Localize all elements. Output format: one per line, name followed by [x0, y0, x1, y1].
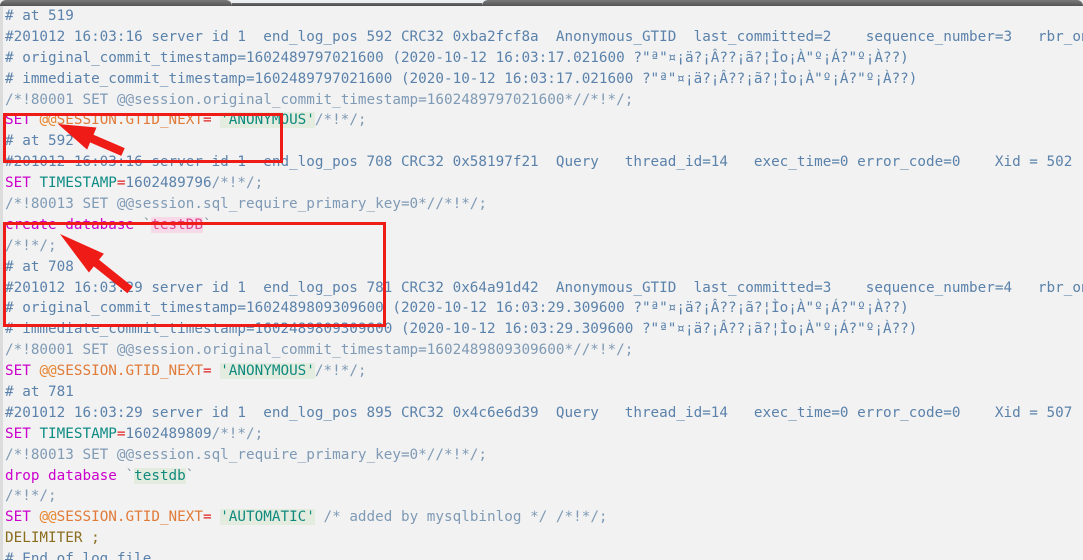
code-token: SET: [5, 175, 40, 192]
code-token: /*!80001 SET @@session.original_commit_t…: [5, 342, 634, 359]
code-token: TIMESTAMP: [39, 425, 117, 442]
code-token: # at 592: [5, 133, 74, 150]
code-line: # original_commit_timestamp=160248980930…: [5, 298, 1083, 319]
code-line: SET TIMESTAMP=1602489796/*!*/;: [5, 173, 1083, 194]
code-line: SET @@SESSION.GTID_NEXT= 'ANONYMOUS'/*!*…: [5, 110, 1083, 131]
code-line: # original_commit_timestamp=160248979702…: [5, 48, 1083, 69]
code-token: =: [202, 509, 221, 526]
code-token: # immediate_commit_timestamp=16024898093…: [5, 321, 918, 338]
code-line: SET TIMESTAMP=1602489809/*!*/;: [5, 424, 1083, 445]
code-token: SESSION.GTID_NEXT: [56, 509, 203, 526]
code-line: DELIMITER ;: [5, 528, 1083, 549]
gutter-edge: [0, 6, 3, 560]
code-token: TIMESTAMP: [39, 175, 117, 192]
code-token: =: [116, 175, 126, 192]
code-token: 'AUTOMATIC': [220, 509, 315, 526]
code-token: /*!*/;: [211, 175, 264, 192]
code-line: #201012 16:03:29 server id 1 end_log_pos…: [5, 278, 1083, 299]
code-token: testDB: [151, 216, 203, 233]
code-token: # at 781: [5, 384, 74, 401]
code-token: `: [185, 467, 195, 484]
code-line: # at 519: [5, 6, 1083, 27]
code-token: # at 519: [5, 8, 74, 24]
code-token: SESSION.GTID_NEXT: [56, 363, 203, 380]
code-token: /*!*/;: [211, 425, 264, 442]
code-token: 1602489809: [125, 425, 212, 442]
code-line: /*!80013 SET @@session.sql_require_prima…: [5, 445, 1083, 466]
code-token: # original_commit_timestamp=160248980930…: [5, 300, 909, 317]
code-token: SET: [5, 425, 40, 442]
code-token: # at 708: [5, 258, 74, 275]
code-text-body[interactable]: # at 519 #201012 16:03:16 server id 1 end…: [5, 6, 1083, 560]
code-line: SET @@SESSION.GTID_NEXT= 'ANONYMOUS'/*!*…: [5, 361, 1083, 382]
code-token: @@: [39, 363, 57, 380]
code-token: =: [116, 425, 126, 442]
code-line: #201012 16:03:29 server id 1 end_log_pos…: [5, 403, 1083, 424]
code-token: SET: [5, 509, 40, 526]
code-token: =: [202, 363, 221, 380]
code-token: 'ANONYMOUS': [220, 363, 315, 380]
code-line: #201012 16:03:16 server id 1 end_log_pos…: [5, 27, 1083, 48]
code-token: =: [202, 112, 221, 129]
code-token: drop database: [5, 467, 126, 484]
code-line: # at 592: [5, 131, 1083, 152]
code-token: /* added by mysqlbinlog */ /*!*/;: [314, 509, 608, 526]
code-token: 'ANONYMOUS': [220, 112, 315, 129]
code-token: #201012 16:03:16 server id 1 end_log_pos…: [5, 28, 1083, 45]
code-token: SESSION.GTID_NEXT: [56, 112, 203, 129]
code-token: SET: [5, 112, 40, 129]
code-line: /*!80013 SET @@session.sql_require_prima…: [5, 194, 1083, 215]
code-token: @@: [39, 509, 57, 526]
code-line: # immediate_commit_timestamp=16024898093…: [5, 319, 1083, 340]
code-token: /*!80001 SET @@session.original_commit_t…: [5, 91, 634, 108]
code-token: /*!*/;: [314, 112, 367, 129]
code-line: drop database `testdb`: [5, 466, 1083, 487]
code-token: /*!80013 SET @@session.sql_require_prima…: [5, 196, 488, 213]
code-line: /*!*/;: [5, 486, 1083, 507]
code-line: create database `testDB`: [5, 215, 1083, 236]
code-token: # immediate_commit_timestamp=16024897970…: [5, 70, 918, 87]
code-token: SET: [5, 363, 40, 380]
code-token: #201012 16:03:29 server id 1 end_log_pos…: [5, 279, 1083, 296]
code-line: #201012 16:03:16 server id 1 end_log_pos…: [5, 152, 1083, 173]
code-line: # immediate_commit_timestamp=16024897970…: [5, 69, 1083, 90]
code-token: /*!*/;: [314, 363, 367, 380]
code-line: # at 781: [5, 382, 1083, 403]
code-line: # End of log file: [5, 549, 1083, 560]
code-token: # End of log file: [5, 551, 152, 560]
code-token: #201012 16:03:29 server id 1 end_log_pos…: [5, 404, 1073, 421]
code-token: 1602489796: [125, 175, 212, 192]
code-token: /*!*/;: [5, 488, 57, 505]
code-token: /*!80013 SET @@session.sql_require_prima…: [5, 446, 488, 463]
code-token: DELIMITER ;: [5, 530, 100, 547]
code-token: #201012 16:03:16 server id 1 end_log_pos…: [5, 154, 1073, 171]
code-token: `: [203, 216, 212, 233]
code-token: testdb: [134, 467, 186, 484]
code-line: /*!80001 SET @@session.original_commit_t…: [5, 340, 1083, 361]
code-token: # original_commit_timestamp=160248979702…: [5, 49, 909, 66]
code-token: /*!*/;: [5, 237, 57, 254]
code-line: /*!*/;: [5, 236, 1083, 257]
code-line: # at 708: [5, 257, 1083, 278]
code-token: create database: [5, 216, 143, 233]
code-token: `: [125, 467, 135, 484]
code-viewer-pane[interactable]: # at 519 #201012 16:03:16 server id 1 end…: [0, 6, 1083, 560]
code-line: /*!80001 SET @@session.original_commit_t…: [5, 90, 1083, 111]
code-token: @@: [39, 112, 57, 129]
code-line: SET @@SESSION.GTID_NEXT= 'AUTOMATIC' /* …: [5, 507, 1083, 528]
